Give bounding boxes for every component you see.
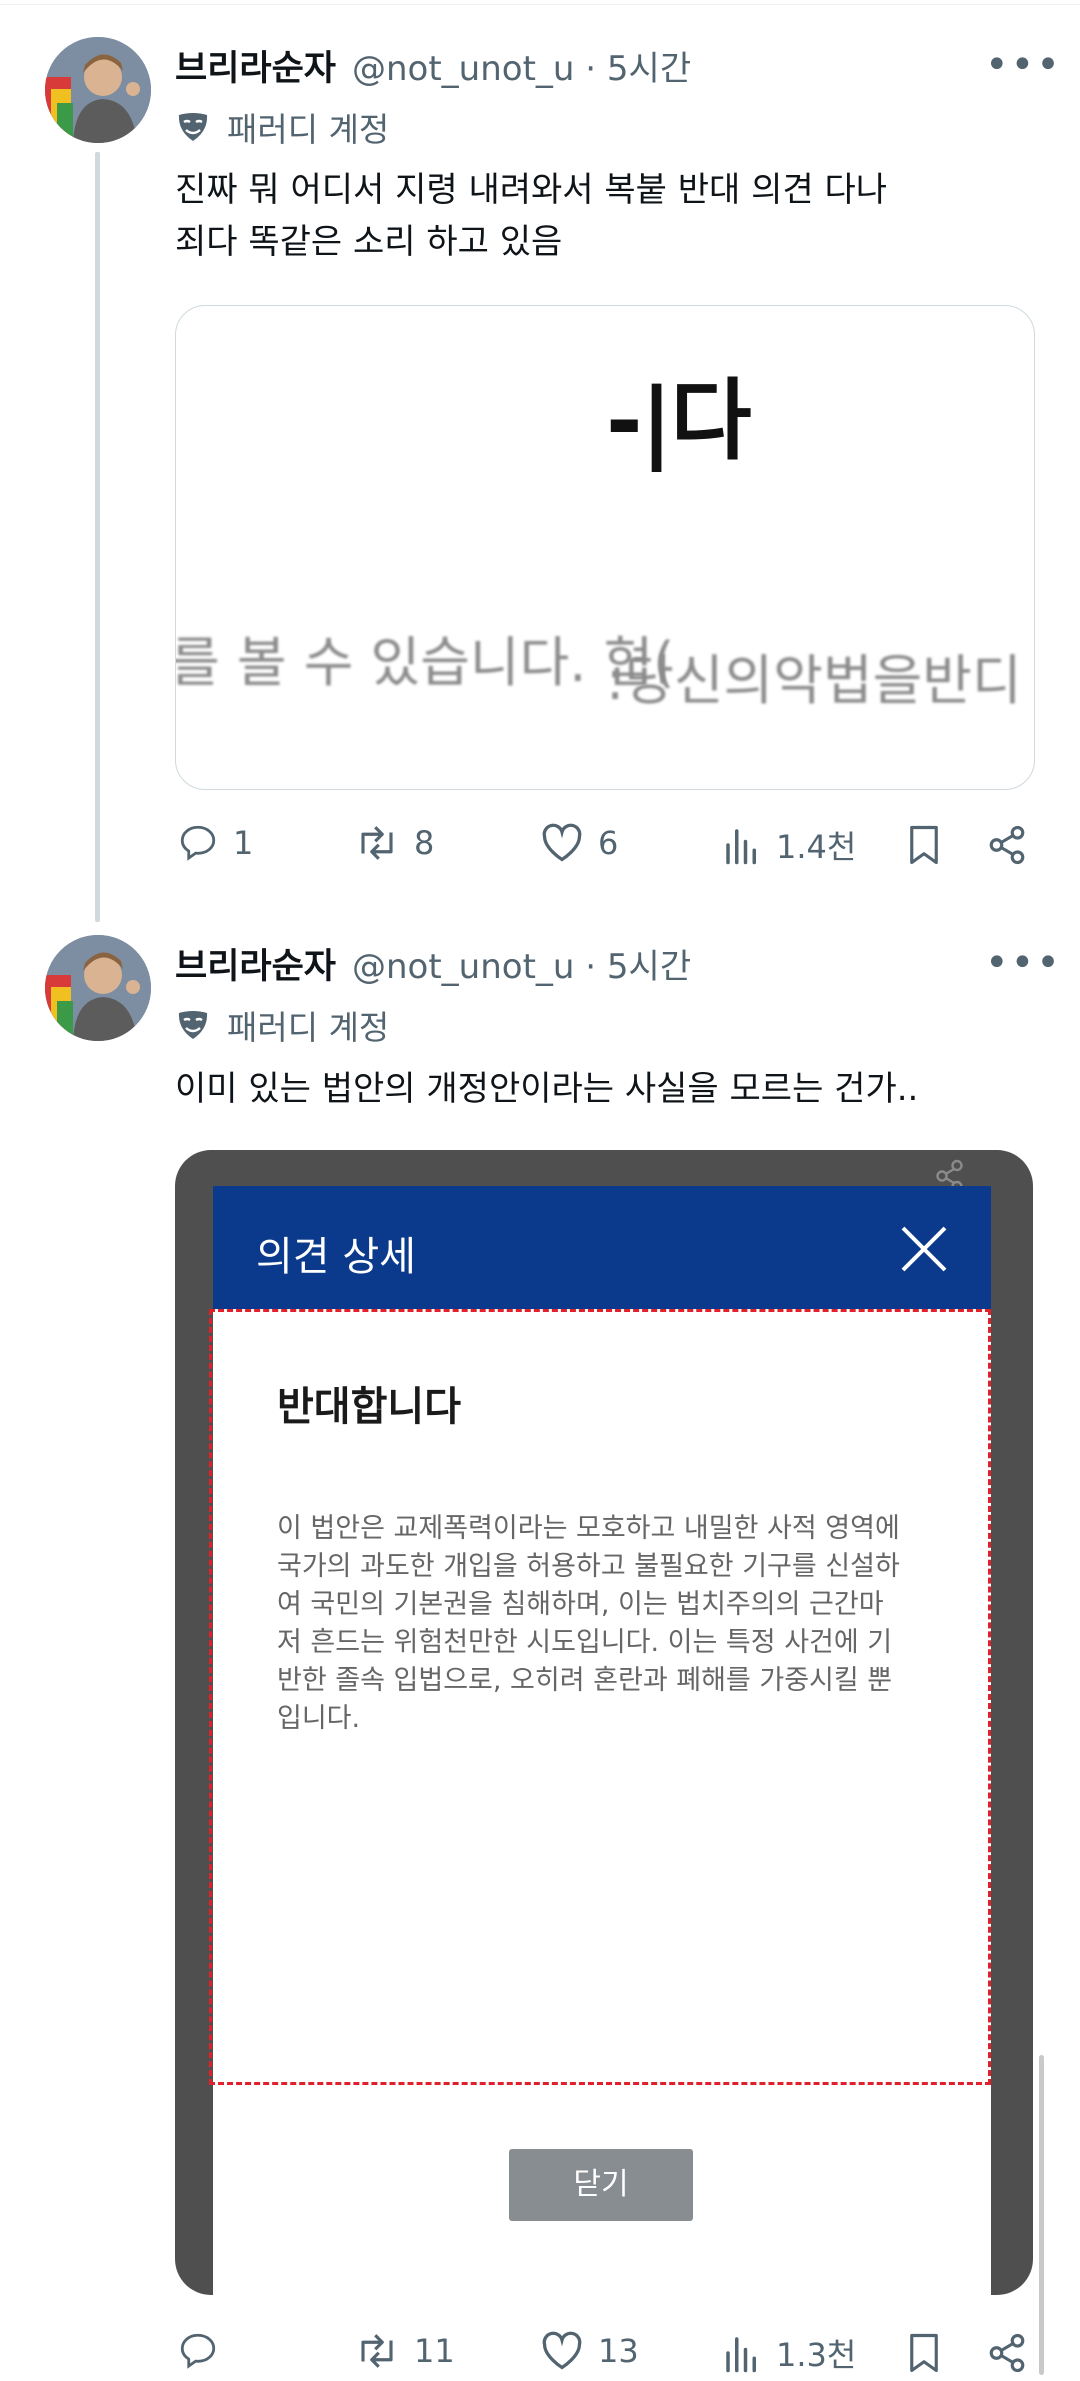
bookmark-button[interactable] bbox=[906, 2332, 942, 2378]
bookmark-button[interactable] bbox=[906, 824, 942, 870]
opinion-body-line: 반한 졸속 입법으로, 오히려 혼란과 폐해를 가중시킬 뿐 bbox=[277, 1665, 893, 1696]
image-heading-text: -|다 bbox=[606, 369, 752, 472]
author-name[interactable]: 브리라순자 bbox=[175, 938, 336, 989]
views-chart-icon bbox=[726, 829, 756, 865]
author-name[interactable]: 브리라순자 bbox=[175, 40, 336, 91]
share-icon bbox=[989, 825, 1025, 865]
author-handle-time[interactable]: @not_unot_u · 5시간 bbox=[352, 939, 691, 988]
heart-icon bbox=[542, 823, 582, 862]
like-button[interactable]: 6 bbox=[540, 822, 618, 864]
parody-label-text: 패러디 계정 bbox=[227, 1008, 390, 1047]
opinion-body-line: 이 법안은 교제폭력이라는 모호하고 내밀한 사적 영역에 bbox=[277, 1513, 900, 1544]
bookmark-icon bbox=[910, 825, 938, 865]
parody-label: 패러디 계정 bbox=[175, 103, 389, 151]
thread-connector-line bbox=[95, 152, 100, 922]
top-divider bbox=[0, 4, 1080, 5]
reply-button[interactable] bbox=[177, 2330, 233, 2372]
reply-icon bbox=[180, 2333, 216, 2369]
opinion-body-line: 국가의 과도한 개입을 허용하고 불필요한 기구를 신설하 bbox=[277, 1551, 900, 1582]
tweet-text: 진짜 뭐 어디서 지령 내려와서 복붙 반대 의견 다나 죄다 똑같은 소리 하… bbox=[175, 164, 887, 268]
dot-separator: · bbox=[585, 49, 607, 89]
post-time[interactable]: 5시간 bbox=[607, 49, 691, 89]
views-button[interactable]: 1.4천 bbox=[722, 822, 856, 868]
bookmark-icon bbox=[910, 2333, 938, 2373]
repost-count: 11 bbox=[414, 2332, 455, 2370]
avatar[interactable] bbox=[45, 935, 151, 1041]
repost-button[interactable]: 8 bbox=[354, 822, 434, 864]
like-count: 13 bbox=[598, 2332, 639, 2370]
heart-icon bbox=[542, 2331, 582, 2370]
views-button[interactable]: 1.3천 bbox=[722, 2330, 856, 2376]
avatar-image bbox=[45, 935, 151, 1041]
mask-icon bbox=[178, 113, 208, 141]
avatar[interactable] bbox=[45, 37, 151, 143]
repost-count: 8 bbox=[414, 824, 435, 862]
close-icon bbox=[901, 1226, 947, 1272]
more-options-icon[interactable]: ••• bbox=[985, 943, 1062, 983]
author-handle-time[interactable]: @not_unot_u · 5시간 bbox=[352, 41, 691, 90]
more-options-icon[interactable]: ••• bbox=[985, 45, 1062, 85]
repost-icon bbox=[361, 2334, 393, 2368]
share-icon bbox=[989, 2333, 1025, 2373]
share-button[interactable] bbox=[986, 824, 1028, 870]
opinion-detail-modal: 의견 상세 반대합니다 이 법안은 교제폭력이라는 모호하고 내밀한 사적 영역… bbox=[209, 1186, 991, 2295]
modal-close-button: 닫기 bbox=[509, 2149, 693, 2221]
reply-button[interactable]: 1 bbox=[177, 822, 253, 864]
views-count: 1.4천 bbox=[776, 828, 857, 866]
opinion-body-line: 여 국민의 기본권을 침해하며, 이는 법치주의의 근간마 bbox=[277, 1589, 884, 1620]
views-chart-icon bbox=[726, 2337, 756, 2373]
parody-label: 패러디 계정 bbox=[175, 1001, 389, 1049]
mask-icon bbox=[178, 1011, 208, 1039]
tweet-text-line: 이미 있는 법안의 개정안이라는 사실을 모르는 건가.. bbox=[175, 1069, 919, 1109]
tweet-image[interactable]: 의견 상세 반대합니다 이 법안은 교제폭력이라는 모호하고 내밀한 사적 영역… bbox=[175, 1150, 1033, 2295]
scrollbar-thumb[interactable] bbox=[1039, 2055, 1044, 2375]
tweet-image[interactable]: -|다 를 볼 수 있습니다. 협( :당신의악법을반디 bbox=[175, 305, 1035, 790]
avatar-image bbox=[45, 37, 151, 143]
opinion-title: 반대합니다 bbox=[277, 1384, 461, 1430]
reply-icon bbox=[180, 825, 216, 861]
dot-separator: · bbox=[585, 947, 607, 987]
repost-button[interactable]: 11 bbox=[354, 2330, 455, 2372]
post-time[interactable]: 5시간 bbox=[607, 947, 691, 987]
like-count: 6 bbox=[598, 824, 619, 862]
author-handle[interactable]: @not_unot_u bbox=[352, 947, 574, 987]
author-handle[interactable]: @not_unot_u bbox=[352, 49, 574, 89]
views-count: 1.3천 bbox=[776, 2336, 857, 2374]
repost-icon bbox=[361, 826, 393, 860]
image-blurred-text-left: 를 볼 수 있습니다. 협( bbox=[175, 631, 675, 694]
share-button[interactable] bbox=[986, 2332, 1028, 2378]
modal-header: 의견 상세 bbox=[213, 1186, 991, 1309]
opinion-body-line: 입니다. bbox=[277, 1703, 361, 1734]
tweet-text-line: 죄다 똑같은 소리 하고 있음 bbox=[175, 222, 563, 262]
like-button[interactable]: 13 bbox=[540, 2330, 639, 2372]
tweet-text: 이미 있는 법안의 개정안이라는 사실을 모르는 건가.. bbox=[175, 1063, 918, 1115]
tweet-text-line: 진짜 뭐 어디서 지령 내려와서 복붙 반대 의견 다나 bbox=[175, 170, 888, 210]
opinion-body-line: 저 흔드는 위험천만한 시도입니다. 이는 특정 사건에 기 bbox=[277, 1627, 893, 1658]
reply-count: 1 bbox=[233, 824, 254, 862]
opinion-body: 이 법안은 교제폭력이라는 모호하고 내밀한 사적 영역에 국가의 과도한 개입… bbox=[277, 1510, 937, 1738]
parody-label-text: 패러디 계정 bbox=[227, 110, 390, 149]
modal-title: 의견 상세 bbox=[256, 1234, 416, 1280]
image-blurred-text-right: :당신의악법을반디 bbox=[606, 649, 1022, 712]
